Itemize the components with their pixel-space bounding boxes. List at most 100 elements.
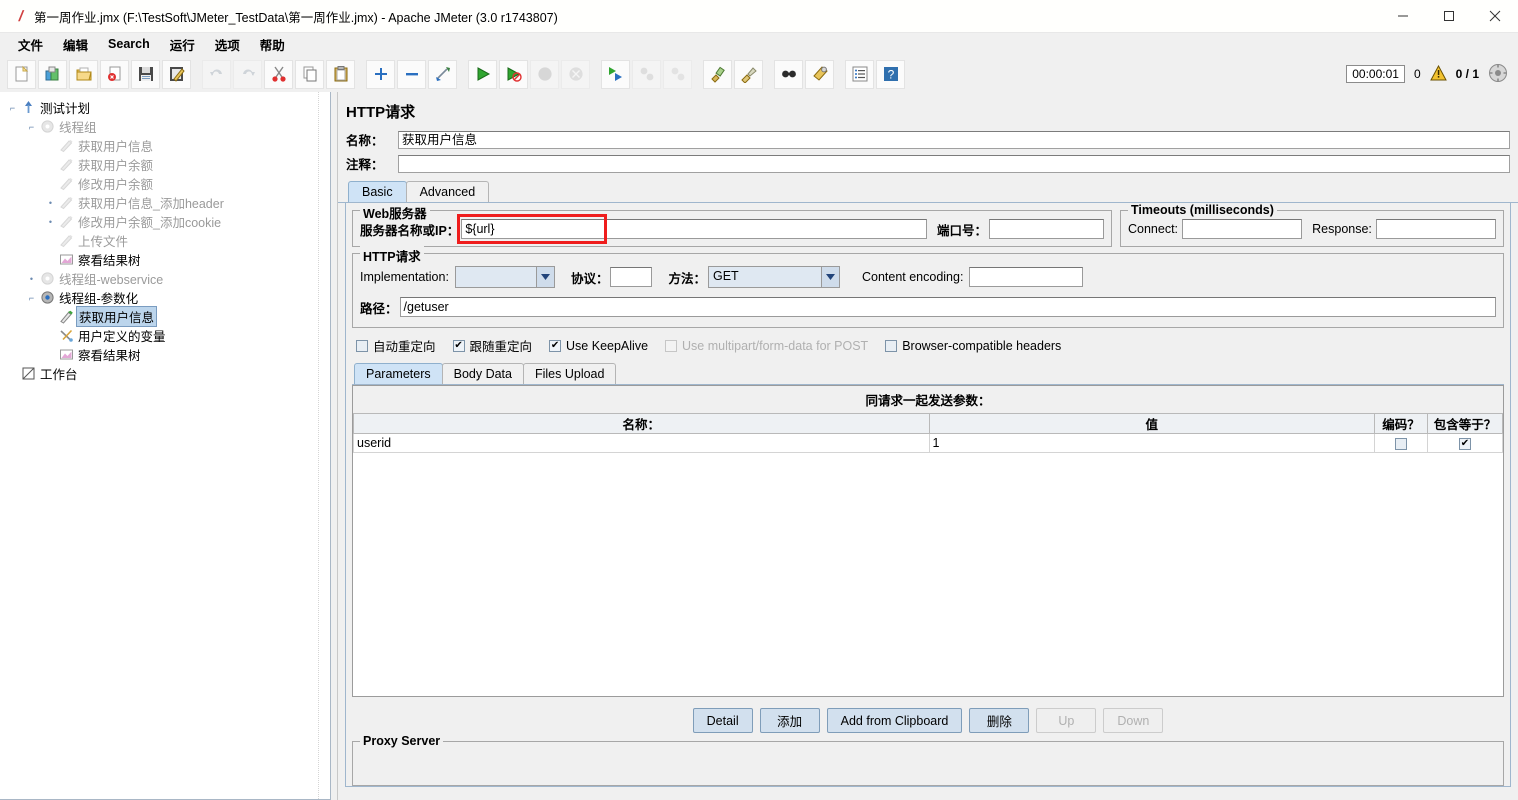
copy-icon[interactable] <box>295 59 324 89</box>
column-header-value[interactable]: 值 <box>928 413 1375 434</box>
checkbox-1[interactable]: ✔ 跟随重定向 <box>452 336 532 355</box>
cell-include-equals-checkbox[interactable]: ✔ <box>1427 433 1503 453</box>
tree-expander-icon[interactable]: • <box>25 274 38 284</box>
start-no-pauses-icon[interactable] <box>499 59 528 89</box>
tree-node[interactable]: ⌐ 测试计划 <box>6 98 330 117</box>
tree-node-label: 线程组-webservice <box>59 273 164 287</box>
close-button[interactable] <box>1472 0 1518 32</box>
workbench-icon <box>19 366 38 381</box>
cell-encode-checkbox[interactable] <box>1374 433 1428 453</box>
checkbox-0[interactable]: 自动重定向 <box>356 336 436 355</box>
tree-node[interactable]: • 修改用户余额_添加cookie <box>6 212 330 231</box>
tree-node[interactable]: 获取用户信息 <box>6 306 330 327</box>
tree-node[interactable]: ⌐ 线程组-参数化 <box>6 288 330 307</box>
save-icon[interactable] <box>131 59 160 89</box>
button-2[interactable]: Add from Clipboard <box>826 708 963 733</box>
path-input[interactable]: /getuser <box>399 297 1496 317</box>
checkbox-2[interactable]: ✔ Use KeepAlive <box>549 339 648 353</box>
tab-basic[interactable]: Basic <box>348 181 407 202</box>
menu-item-run[interactable]: 运行 <box>160 33 205 56</box>
split-divider[interactable] <box>331 92 338 800</box>
start-icon[interactable] <box>468 59 497 89</box>
collapse-all-icon[interactable] <box>397 59 426 89</box>
warning-triangle-icon[interactable] <box>1429 64 1447 84</box>
button-4: Up <box>1036 708 1097 733</box>
parameters-table[interactable]: 同请求一起发送参数： 名称： 值 编码？ 包含等于？ userid 1 ✔ <box>352 385 1504 697</box>
search-reset-icon[interactable] <box>805 59 834 89</box>
tree-node[interactable]: 用户定义的变量 <box>6 326 330 345</box>
tree-expander-icon[interactable]: ⌐ <box>25 293 38 303</box>
templates-icon[interactable] <box>38 59 67 89</box>
connect-input[interactable] <box>1182 219 1303 239</box>
tree-node[interactable]: 修改用户余额 <box>6 174 330 193</box>
undo-icon <box>202 59 231 89</box>
search-icon[interactable] <box>774 59 803 89</box>
tree-node[interactable]: 工作台 <box>6 364 330 383</box>
protocol-input[interactable] <box>610 267 653 287</box>
close-icon[interactable] <box>100 59 129 89</box>
minimize-button[interactable] <box>1380 0 1426 32</box>
menu-item-search[interactable]: Search <box>98 35 160 53</box>
function-helper-icon[interactable] <box>845 59 874 89</box>
column-header-include-equals[interactable]: 包含等于？ <box>1427 413 1503 434</box>
tree-node[interactable]: 获取用户余额 <box>6 155 330 174</box>
expand-all-icon[interactable] <box>366 59 395 89</box>
column-header-name[interactable]: 名称： <box>353 413 930 434</box>
tree-node[interactable]: ⌐ 线程组 <box>6 117 330 136</box>
open-icon[interactable] <box>69 59 98 89</box>
tree-node[interactable]: 上传文件 <box>6 231 330 250</box>
new-test-plan-icon[interactable] <box>7 59 36 89</box>
menu-item-edit[interactable]: 编辑 <box>53 33 98 56</box>
menu-item-options[interactable]: 选项 <box>205 33 250 56</box>
checkbox-unchecked-icon <box>1395 437 1407 450</box>
port-input[interactable] <box>989 219 1104 239</box>
button-3[interactable]: 删除 <box>969 708 1030 733</box>
checkbox-3: Use multipart/form-data for POST <box>665 339 868 353</box>
remote-start-all-icon[interactable] <box>601 59 630 89</box>
toggle-icon[interactable] <box>428 59 457 89</box>
save-as-icon[interactable] <box>162 59 191 89</box>
tree-node[interactable]: • 获取用户信息_添加header <box>6 193 330 212</box>
clear-all-icon[interactable] <box>734 59 763 89</box>
checkbox-unchecked-icon <box>665 339 678 352</box>
tab-body-data[interactable]: Body Data <box>441 363 524 384</box>
menu-item-file[interactable]: 文件 <box>8 33 53 56</box>
button-0[interactable]: Detail <box>692 708 753 733</box>
tab-parameters[interactable]: Parameters <box>354 363 443 384</box>
tree-expander-icon[interactable]: ⌐ <box>25 122 38 132</box>
checkbox-4[interactable]: Browser-compatible headers <box>885 339 1061 353</box>
tree-expander-icon[interactable]: ⌐ <box>6 103 19 113</box>
tree-expander-icon[interactable]: • <box>44 217 57 227</box>
tree-node[interactable]: 察看结果树 <box>6 250 330 269</box>
cell-value[interactable]: 1 <box>928 433 1375 453</box>
tree-node[interactable]: 察看结果树 <box>6 345 330 364</box>
response-input[interactable] <box>1375 219 1497 239</box>
name-input[interactable]: 获取用户信息 <box>398 130 1510 149</box>
server-name-label: 服务器名称或IP： <box>360 223 460 238</box>
method-select[interactable]: GET <box>707 266 840 288</box>
menu-item-help[interactable]: 帮助 <box>250 33 295 56</box>
clear-icon[interactable] <box>703 59 732 89</box>
tree-node[interactable]: • 线程组-webservice <box>6 269 330 288</box>
content-encoding-input[interactable] <box>969 267 1084 287</box>
test-plan-icon <box>19 100 38 115</box>
paste-icon[interactable] <box>326 59 355 89</box>
button-1[interactable]: 添加 <box>759 708 820 733</box>
server-name-input[interactable]: ${url} <box>461 219 927 239</box>
cell-name[interactable]: userid <box>353 433 930 453</box>
table-row[interactable]: userid 1 ✔ <box>353 433 1503 453</box>
test-plan-tree[interactable]: ⌐ 测试计划 ⌐ 线程组 获取用户信息 获取用户余额 修改用户余额 • 获取用户信息_添加hea… <box>0 92 331 800</box>
tree-expander-icon[interactable]: • <box>44 198 57 208</box>
tab-advanced[interactable]: Advanced <box>405 181 490 202</box>
tree-scrollbar[interactable] <box>318 92 330 799</box>
help-icon[interactable]: ? <box>876 59 905 89</box>
cut-icon[interactable] <box>264 59 293 89</box>
maximize-button[interactable] <box>1426 0 1472 32</box>
implementation-select[interactable] <box>454 266 555 288</box>
column-header-encode[interactable]: 编码？ <box>1374 413 1428 434</box>
tab-files-upload[interactable]: Files Upload <box>522 363 617 384</box>
tree-node[interactable]: 获取用户信息 <box>6 136 330 155</box>
checkbox-checked-icon: ✔ <box>452 339 465 352</box>
remote-status-icon[interactable] <box>1488 63 1508 86</box>
comment-input[interactable] <box>398 154 1510 173</box>
